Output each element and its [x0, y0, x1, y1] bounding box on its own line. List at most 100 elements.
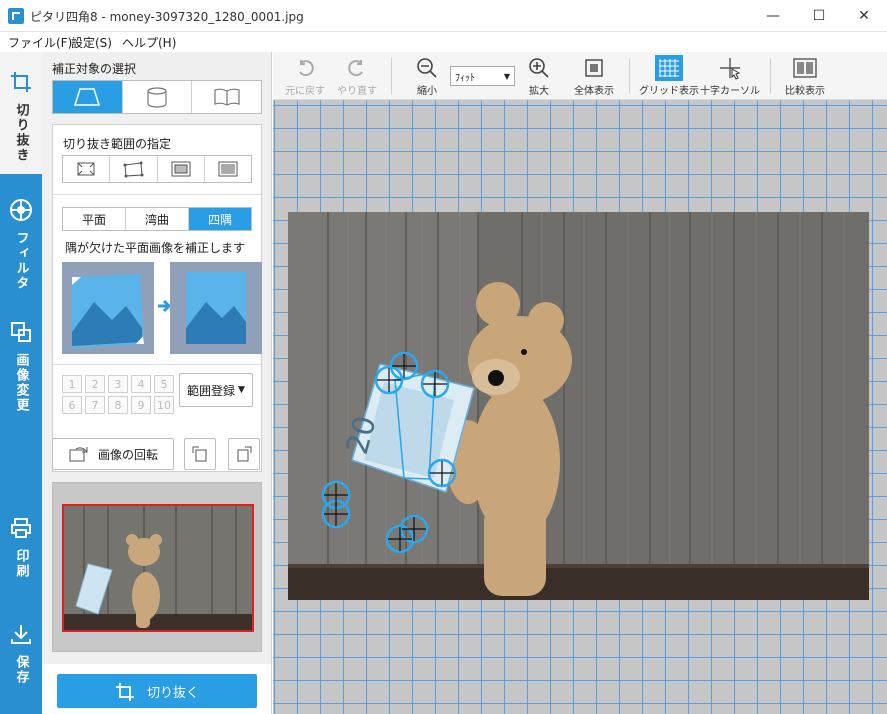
zoom-out-icon: [416, 54, 438, 82]
range-free-button[interactable]: [110, 156, 158, 182]
target-flat-button[interactable]: [53, 81, 123, 113]
after-illustration: [170, 262, 262, 354]
compare-icon: [793, 54, 817, 82]
rail-tab-label: 保存: [13, 655, 29, 685]
scissors-crop-icon: [115, 683, 134, 701]
target-book-button[interactable]: [192, 81, 261, 113]
range-slot[interactable]: 1: [62, 375, 82, 393]
zoom-select[interactable]: ﾌｨｯﾄ ▼: [450, 66, 515, 86]
crosshair-toggle-button[interactable]: 十字カーソル: [698, 54, 762, 98]
range-slot[interactable]: 8: [108, 396, 128, 414]
chevron-down-icon: ▼: [238, 385, 245, 395]
preview-area: [52, 482, 262, 652]
crop-button[interactable]: 切り抜く: [57, 674, 257, 708]
grid-label: グリッド表示: [639, 86, 699, 97]
zoom-in-icon: [528, 54, 550, 82]
range-slot[interactable]: 10: [154, 396, 174, 414]
range-register-dropdown[interactable]: 範囲登録 ▼: [179, 373, 253, 407]
maximize-button[interactable]: ☐: [796, 0, 842, 32]
rotate-image-button[interactable]: 画像の回転: [52, 438, 174, 470]
rotate-right-icon: [237, 446, 252, 462]
range-inner-button[interactable]: [158, 156, 205, 182]
rail-tab-print[interactable]: 印刷: [0, 516, 42, 579]
full-frame-icon: [218, 161, 238, 177]
crosshair-icon: [718, 54, 742, 82]
mode-corners-tab[interactable]: 四隅: [189, 208, 251, 230]
mode-curved-tab[interactable]: 湾曲: [126, 208, 189, 230]
toolbar: 元に戻す やり直す 縮小 ﾌｨｯﾄ ▼ 拡大 全体表示 グリッド表示 十字カーソ…: [273, 52, 887, 100]
target-cylinder-button[interactable]: [123, 81, 193, 113]
range-section: 切り抜き範囲の指定 平面 湾曲 四隅 隅が欠けた平面画像を補正します 1 2 3: [52, 124, 262, 472]
redo-label: やり直す: [337, 86, 377, 97]
grid-toggle-button[interactable]: グリッド表示: [637, 54, 701, 98]
side-panel: 補正対象の選択 切り抜き範囲の指定 平面 湾曲 四隅 隅が欠けた平面画像を補正し…: [42, 52, 272, 714]
filter-icon: [9, 198, 33, 225]
crosshair-label: 十字カーソル: [700, 86, 760, 97]
rail-tab-label: 切り抜き: [13, 103, 29, 163]
minimize-button[interactable]: —: [750, 0, 796, 32]
app-icon: [8, 8, 24, 24]
mode-flat-tab[interactable]: 平面: [63, 208, 126, 230]
compare-button[interactable]: 比較表示: [773, 54, 837, 98]
range-full-button[interactable]: [205, 156, 251, 182]
rail-tab-label: フィルタ: [13, 231, 29, 291]
fit-all-label: 全体表示: [574, 86, 614, 97]
range-slot[interactable]: 4: [131, 375, 151, 393]
range-slot-grid: 1 2 3 4 5 6 7 8 9 10: [62, 375, 174, 414]
inner-frame-icon: [171, 161, 191, 177]
menu-help[interactable]: ヘルプ(H): [122, 34, 176, 51]
before-illustration: [62, 262, 154, 354]
printer-icon: [9, 516, 33, 543]
compare-label: 比較表示: [785, 86, 825, 97]
redo-button[interactable]: やり直す: [325, 54, 389, 98]
rotate-left-icon: [192, 446, 207, 462]
range-slot[interactable]: 7: [85, 396, 105, 414]
rail-tab-image-change[interactable]: 画像変更: [0, 320, 42, 413]
mode-description: 隅が欠けた平面画像を補正します: [65, 241, 246, 255]
crop-overlay: [321, 351, 457, 554]
zoom-in-label: 拡大: [529, 86, 549, 97]
close-button[interactable]: ✕: [841, 0, 887, 32]
crop-button-label: 切り抜く: [146, 685, 199, 701]
range-auto-button[interactable]: [63, 156, 111, 182]
trapezoid-icon: [74, 88, 101, 106]
menu-bar: ファイル(F) 設定(S) ヘルプ(H): [0, 32, 887, 52]
preview-thumbnail: [62, 504, 254, 632]
title-bar: ピタリ四角8 - money-3097320_1280_0001.jpg — ☐…: [0, 0, 887, 32]
rail-tab-label: 画像変更: [13, 353, 29, 413]
rail-tab-filter[interactable]: フィルタ: [0, 198, 42, 291]
grid-icon: [655, 54, 683, 82]
fit-all-icon: [583, 54, 605, 82]
target-selector: [52, 80, 262, 114]
free-shape-icon: [123, 161, 144, 178]
range-slot[interactable]: 3: [108, 375, 128, 393]
rotate-image-icon: [69, 447, 88, 462]
rail-tab-save[interactable]: 保存: [0, 622, 42, 685]
range-slot[interactable]: 5: [154, 375, 174, 393]
zoom-select-value: ﾌｨｯﾄ: [455, 72, 475, 84]
rotate-left-button[interactable]: [184, 438, 216, 470]
zoom-out-label: 縮小: [417, 86, 437, 97]
range-slot[interactable]: 9: [131, 396, 151, 414]
arrow-right-icon: [157, 299, 172, 313]
target-section-title: 補正対象の選択: [52, 62, 137, 76]
menu-settings[interactable]: 設定(S): [71, 34, 112, 51]
redo-icon: [347, 54, 367, 82]
rail-tab-crop[interactable]: 切り抜き: [0, 52, 42, 174]
range-register-label: 範囲登録: [187, 383, 236, 398]
rail-tab-label: 印刷: [13, 549, 29, 579]
menu-file[interactable]: ファイル(F): [8, 34, 72, 51]
undo-icon: [295, 54, 315, 82]
undo-label: 元に戻す: [285, 86, 325, 97]
download-icon: [9, 622, 33, 649]
correction-mode-tabs: 平面 湾曲 四隅: [62, 207, 252, 231]
image-resize-icon: [9, 320, 33, 347]
book-icon: [214, 88, 240, 106]
rotate-right-button[interactable]: [228, 438, 260, 470]
fit-all-button[interactable]: 全体表示: [562, 54, 626, 98]
image-canvas[interactable]: 20: [273, 100, 887, 714]
range-slot[interactable]: 6: [62, 396, 82, 414]
rotate-image-label: 画像の回転: [97, 447, 158, 462]
range-slot[interactable]: 2: [85, 375, 105, 393]
range-section-title: 切り抜き範囲の指定: [63, 137, 172, 151]
